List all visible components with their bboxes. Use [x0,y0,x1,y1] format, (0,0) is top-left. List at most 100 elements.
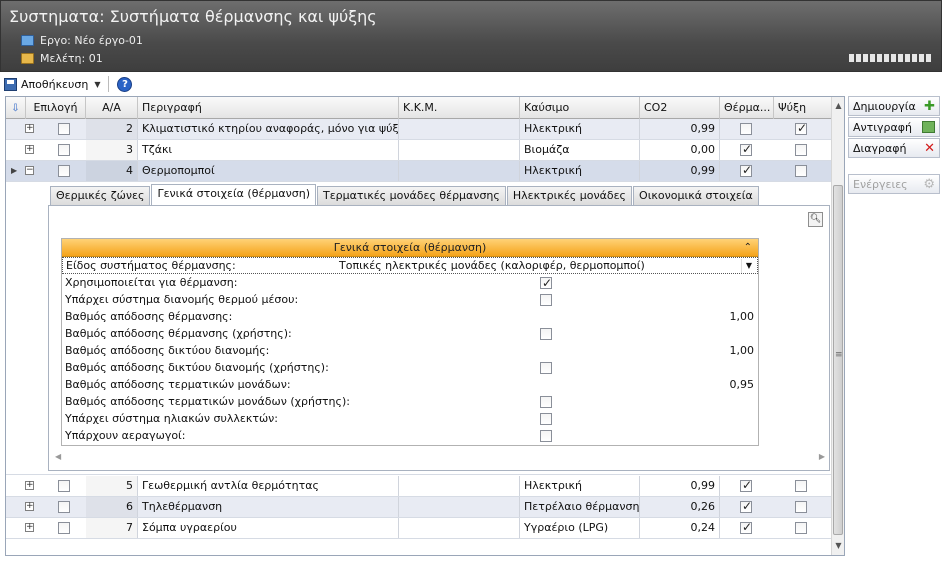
row-select-checkbox[interactable] [58,165,70,177]
property-label: Υπάρχουν αεραγωγοί: [65,429,186,442]
actions-button[interactable]: Ενέργειες ⚙ [848,174,940,194]
property-row: Βαθμός απόδοσης τερματικών μονάδων: 0,95 [62,377,758,394]
scroll-thumb[interactable] [833,185,843,535]
terminal-efficiency-value[interactable]: 0,95 [730,377,755,393]
row-cooling-checkbox[interactable] [795,165,807,177]
help-icon[interactable]: ? [117,76,133,92]
expand-icon[interactable]: + [25,523,34,532]
distribution-system-checkbox[interactable] [540,294,552,306]
save-button[interactable]: Αποθήκευση [21,78,88,91]
table-row[interactable]: + 5 Γεωθερμική αντλία θερμότητας Ηλεκτρι… [6,476,833,497]
row-select-checkbox[interactable] [58,480,70,492]
row-aa: 6 [86,497,138,517]
chevron-down-icon[interactable]: ▼ [741,259,756,273]
property-row: Υπάρχουν αεραγωγοί: [62,428,758,445]
tab-terminal-units[interactable]: Τερματικές μονάδες θέρμανσης [317,186,506,205]
scroll-right-icon[interactable]: ▶ [819,452,825,461]
row-heating-checkbox[interactable] [740,499,752,513]
scroll-up-icon[interactable]: ▲ [832,99,844,113]
header-psyxi[interactable]: Ψύξη [774,97,833,119]
header-thermansi[interactable]: Θέρμα... [720,97,774,119]
distribution-efficiency-value[interactable]: 1,00 [730,343,755,359]
header-perigrafi[interactable]: Περιγραφή [138,97,399,119]
row-fuel: Ηλεκτρική [520,161,640,181]
distribution-efficiency-user-checkbox[interactable] [540,362,552,374]
row-cooling-checkbox[interactable] [795,522,807,534]
header-epilogi[interactable]: Επιλογή [26,97,86,119]
row-description: Τηλεθέρμανση [138,497,399,517]
delete-button[interactable]: Διαγραφή ✕ [848,138,940,158]
row-heating-checkbox[interactable] [740,123,752,135]
row-heating-checkbox[interactable] [740,520,752,534]
table-row[interactable]: + 7 Σόμπα υγραερίου Υγραέριο (LPG) 0,24 [6,518,833,539]
row-co2: 0,99 [640,161,720,181]
expand-icon[interactable]: + [25,481,34,490]
tab-electric-units[interactable]: Ηλεκτρικές μονάδες [506,186,633,205]
heating-efficiency-user-checkbox[interactable] [540,328,552,340]
property-row: Υπάρχει σύστημα διανομής θερμού μέσου: [62,292,758,309]
grid-vertical-scrollbar[interactable]: ▲ ▼ [831,97,844,555]
row-cooling-checkbox[interactable] [795,480,807,492]
expand-icon[interactable]: + [25,145,34,154]
table-row[interactable]: + 3 Τζάκι Βιομάζα 0,00 [6,140,833,161]
tab-economic-data[interactable]: Οικονομικά στοιχεία [633,186,759,205]
tab-thermal-zones[interactable]: Θερμικές ζώνες [50,186,151,205]
create-button[interactable]: Δημιουργία ✚ [848,96,940,116]
window-titlebar: Συστηματα: Συστήματα θέρμανσης και ψύξης… [0,0,942,72]
property-label: Βαθμός απόδοσης δικτύου διανομής: [65,344,270,357]
header-aa[interactable]: Α/Α [86,97,138,119]
row-heating-checkbox[interactable] [740,478,752,492]
tab-general-heating[interactable]: Γενικά στοιχεία (θέρμανση) [151,184,317,205]
row-heating-checkbox[interactable] [740,142,752,156]
table-row[interactable]: + 2 Κλιματιστικό κτηρίου αναφοράς, μόνο … [6,119,833,140]
collapse-section-icon[interactable]: ⌃ [744,239,752,256]
header-kkm[interactable]: Κ.Κ.Μ. [399,97,520,119]
save-dropdown-arrow-icon[interactable]: ▼ [94,80,100,89]
find-icon[interactable]: 🔍︎ [808,212,823,227]
column-chooser-icon[interactable]: ⇩ [6,97,26,119]
study-label: Μελέτη: 01 [40,52,103,65]
copy-button[interactable]: Αντιγραφή [848,117,940,137]
property-label: Υπάρχει σύστημα ηλιακών συλλεκτών: [65,412,279,425]
row-kkm [399,119,520,139]
system-type-row[interactable]: Είδος συστήματος θέρμανσης: Τοπικές ηλεκ… [62,257,758,274]
row-select-checkbox[interactable] [58,123,70,135]
row-aa: 2 [86,119,138,139]
row-select-checkbox[interactable] [58,501,70,513]
air-ducts-checkbox[interactable] [540,430,552,442]
row-select-checkbox[interactable] [58,522,70,534]
table-row[interactable]: ▶ − 4 Θερμοπομποί Ηλεκτρική 0,99 [6,161,833,182]
expand-icon[interactable]: + [25,124,34,133]
row-cooling-checkbox[interactable] [795,501,807,513]
row-cooling-checkbox[interactable] [795,144,807,156]
row-aa: 4 [86,161,138,181]
terminal-efficiency-user-checkbox[interactable] [540,396,552,408]
scroll-left-icon[interactable]: ◀ [55,452,61,461]
property-grid-title[interactable]: Γενικά στοιχεία (θέρμανση) ⌃ [62,239,758,257]
gear-icon: ⚙ [923,176,935,192]
table-row[interactable]: + 6 Τηλεθέρμανση Πετρέλαιο θέρμανσης 0,2… [6,497,833,518]
row-co2: 0,99 [640,476,720,496]
row-kkm [399,161,520,181]
row-cooling-checkbox[interactable] [795,121,807,135]
grid-header: ⇩ Επιλογή Α/Α Περιγραφή Κ.Κ.Μ. Καύσιμο C… [6,97,833,119]
toolbar-separator [108,76,110,92]
save-icon[interactable] [4,77,17,91]
property-row: Βαθμός απόδοσης τερματικών μονάδων (χρήσ… [62,394,758,411]
header-co2[interactable]: CO2 [640,97,720,119]
solar-collectors-checkbox[interactable] [540,413,552,425]
row-heating-checkbox[interactable] [740,163,752,177]
header-kafsimo[interactable]: Καύσιμο [520,97,640,119]
project-icon [21,35,34,46]
system-type-select[interactable]: Τοπικές ηλεκτρικές μονάδες (καλοριφέρ, θ… [339,258,645,274]
heating-efficiency-value[interactable]: 1,00 [730,309,755,325]
expand-icon[interactable]: + [25,502,34,511]
row-description: Θερμοπομποί [138,161,399,181]
row-description: Τζάκι [138,140,399,160]
collapse-icon[interactable]: − [25,166,34,175]
used-for-heating-checkbox[interactable] [540,275,552,291]
scroll-down-icon[interactable]: ▼ [832,539,844,553]
detail-horizontal-scrollbar[interactable]: ◀ ▶ [55,452,825,464]
row-select-checkbox[interactable] [58,144,70,156]
property-grid-title-text: Γενικά στοιχεία (θέρμανση) [333,241,487,254]
